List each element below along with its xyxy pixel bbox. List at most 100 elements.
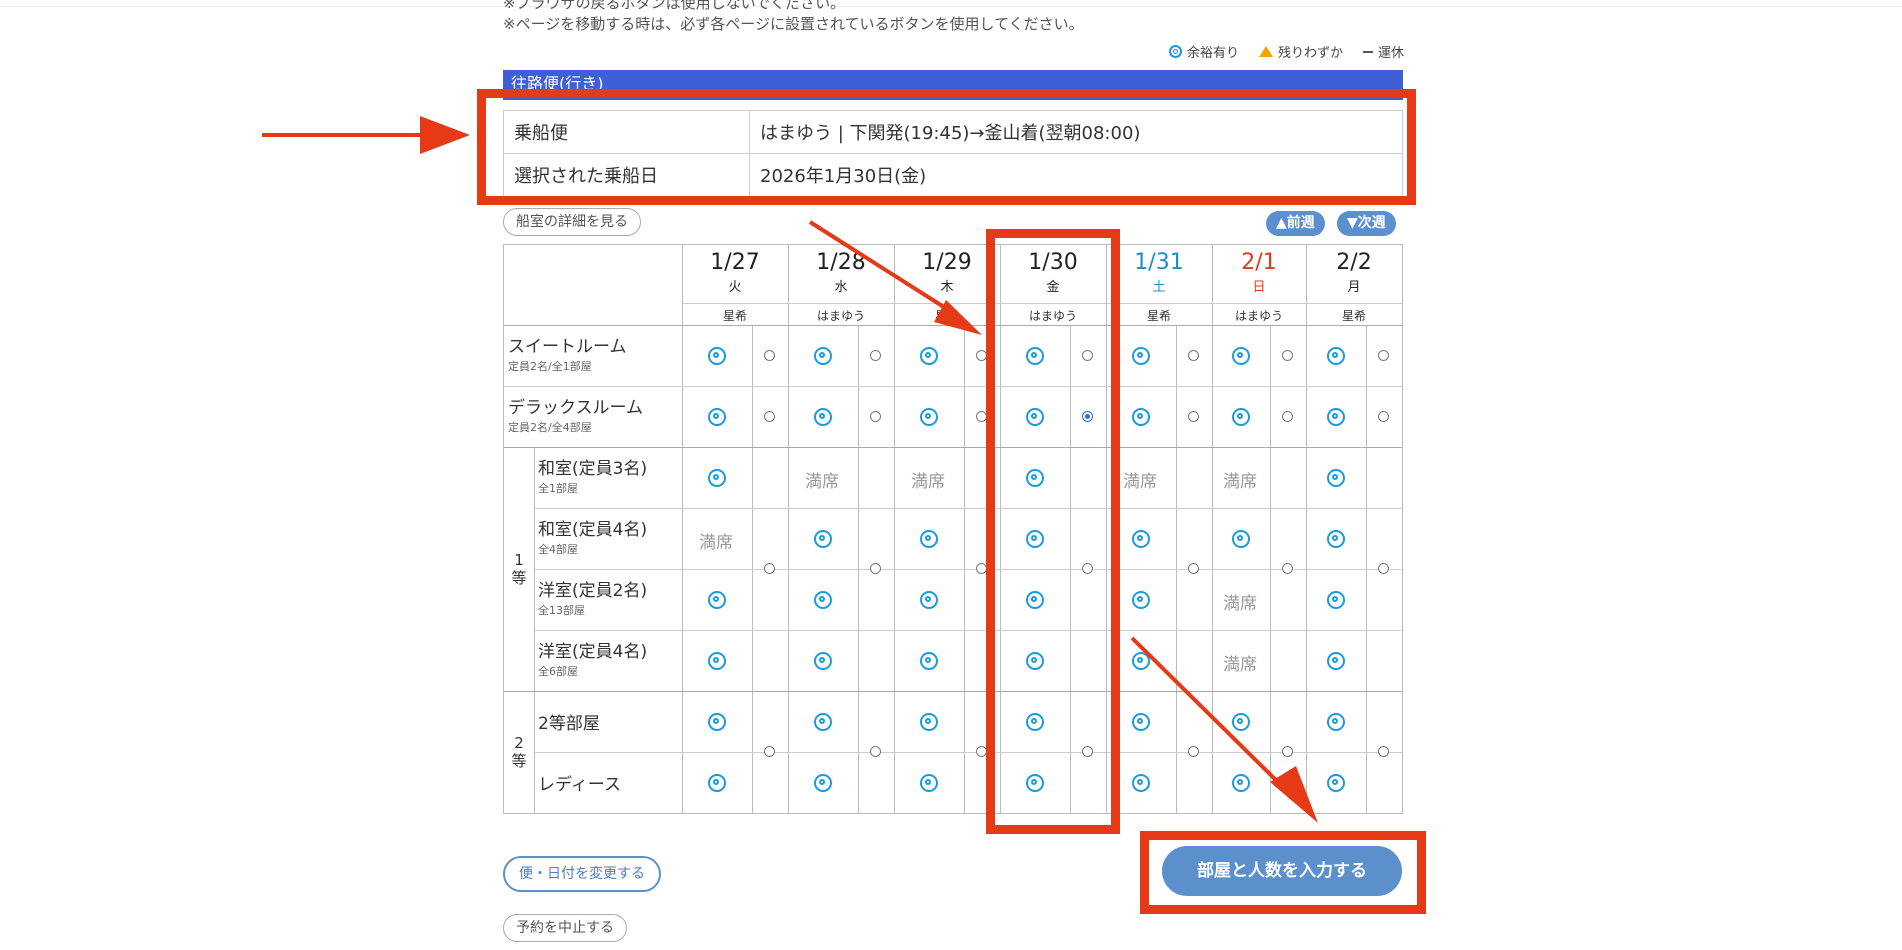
available-icon [1327, 651, 1345, 670]
radio-first-class-2-1[interactable] [1282, 563, 1293, 574]
radio-first-class-1-27[interactable] [764, 563, 775, 574]
legend-suspended-label: 運休 [1377, 46, 1404, 61]
full-status: 満席 [1223, 471, 1257, 492]
column-divider [682, 245, 683, 813]
available-icon [920, 529, 938, 548]
room-capacity: 全4部屋 [538, 543, 578, 556]
radio-second-class-1-31[interactable] [1188, 746, 1199, 757]
available-icon [708, 407, 726, 426]
radio-deluxe-1-29[interactable] [976, 410, 987, 422]
full-status: 満席 [1223, 593, 1257, 614]
day-header-1-28: 1/28 水 [788, 250, 894, 295]
available-icon [1026, 712, 1044, 731]
dash-icon [1362, 50, 1373, 53]
radio-second-class-1-28[interactable] [870, 746, 881, 757]
room-label: 和室(定員4名) 全4部屋 [538, 520, 648, 556]
radio-second-class-1-27[interactable] [764, 746, 775, 757]
available-icon [1232, 773, 1250, 792]
legend-few-label: 残りわずか [1277, 46, 1343, 61]
radio-suite-1-27[interactable] [764, 349, 775, 361]
radio-suite-1-31[interactable] [1188, 349, 1199, 361]
radio-deluxe-1-28[interactable] [870, 410, 881, 422]
radio-suite-1-28[interactable] [870, 349, 881, 361]
available-icon [708, 773, 726, 792]
room-label: デラックスルーム 定員2名/全4部屋 [508, 398, 643, 434]
column-divider [788, 245, 789, 813]
row-divider [504, 691, 1402, 692]
available-icon [1232, 712, 1250, 731]
day-weekday: 月 [1347, 280, 1361, 295]
available-icon [1327, 773, 1345, 792]
radio-second-class-2-2[interactable] [1378, 746, 1389, 757]
radio-deluxe-2-1[interactable] [1282, 410, 1293, 422]
day-date: 1/29 [922, 250, 972, 275]
next-week-button[interactable]: ▼次週 [1337, 211, 1396, 236]
availability-legend: 余裕有り 残りわずか 運休 [1168, 42, 1404, 61]
full-status: 満席 [911, 471, 945, 492]
day-ship-name: はまゆう [816, 309, 865, 323]
available-icon [1026, 651, 1044, 670]
radio-deluxe-1-27[interactable] [764, 410, 775, 422]
booking-info-table: 乗船便 はまゆう | 下関発(19:45)→釜山着(翌朝08:00) 選択された… [503, 110, 1403, 197]
radio-suite-2-1[interactable] [1282, 349, 1293, 361]
day-weekday: 日 [1252, 280, 1266, 295]
available-icon [1132, 529, 1150, 548]
available-icon [1132, 773, 1150, 792]
day-weekday: 木 [940, 280, 954, 295]
radio-deluxe-1-31[interactable] [1188, 410, 1199, 422]
day-date: 1/28 [816, 250, 866, 275]
radio-first-class-1-30[interactable] [1082, 563, 1093, 574]
available-icon [1132, 651, 1150, 670]
full-status: 満席 [699, 532, 733, 553]
row-divider [534, 752, 1402, 753]
available-icon [1026, 773, 1044, 792]
available-icon [1132, 346, 1150, 365]
shipname-divider [682, 303, 1402, 304]
day-header-1-31: 1/31 土 [1106, 250, 1212, 295]
ship-label: 乗船便 [503, 110, 750, 154]
available-icon [708, 651, 726, 670]
info-row-date: 選択された乗船日 2026年1月30日(金) [503, 153, 1403, 197]
row-divider [534, 569, 1402, 570]
day-weekday: 土 [1152, 280, 1166, 295]
radio-second-class-1-29[interactable] [976, 746, 987, 757]
room-detail-button[interactable]: 船室の詳細を見る [503, 208, 641, 236]
day-ship-name: はまゆう [1028, 309, 1077, 323]
group-label-second: 2等 [511, 734, 527, 770]
column-divider [1306, 245, 1307, 813]
available-icon [1026, 468, 1044, 487]
radio-first-class-1-28[interactable] [870, 563, 881, 574]
available-icon [814, 712, 832, 731]
radio-first-class-1-29[interactable] [976, 563, 987, 574]
available-icon [708, 712, 726, 731]
available-icon [1327, 712, 1345, 731]
day-header-2-1: 2/1 日 [1212, 250, 1306, 295]
cancel-reservation-button[interactable]: 予約を中止する [503, 914, 627, 942]
change-date-button[interactable]: 便・日付を変更する [503, 856, 661, 892]
day-weekday: 水 [834, 280, 848, 295]
room-capacity: 全6部屋 [538, 665, 578, 678]
room-label: レディース [538, 775, 621, 795]
prev-week-button[interactable]: ▲前週 [1266, 211, 1325, 236]
radio-first-class-2-2[interactable] [1378, 563, 1389, 574]
enter-rooms-button[interactable]: 部屋と人数を入力する [1162, 846, 1402, 896]
radio-suite-2-2[interactable] [1378, 349, 1389, 361]
row-divider [534, 508, 1402, 509]
radio-first-class-1-31[interactable] [1188, 563, 1199, 574]
available-icon [920, 590, 938, 609]
radio-second-class-2-1[interactable] [1282, 746, 1293, 757]
radio-suite-1-29[interactable] [976, 349, 987, 361]
room-capacity: 全1部屋 [538, 482, 578, 495]
day-weekday: 火 [728, 280, 742, 295]
radio-deluxe-2-2[interactable] [1378, 410, 1389, 422]
full-status: 満席 [1123, 471, 1157, 492]
radio-second-class-1-30[interactable] [1082, 746, 1093, 757]
room-label: 2等部屋 [538, 714, 600, 734]
notice-navigation: ※ページを移動する時は、必ず各ページに設置されているボタンを使用してください。 [503, 15, 1084, 33]
column-divider [894, 245, 895, 813]
day-date: 2/2 [1336, 250, 1372, 275]
available-icon [1327, 529, 1345, 548]
radio-deluxe-1-30[interactable] [1082, 410, 1093, 422]
room-capacity: 定員2名/全1部屋 [508, 360, 592, 373]
radio-suite-1-30[interactable] [1082, 349, 1093, 361]
